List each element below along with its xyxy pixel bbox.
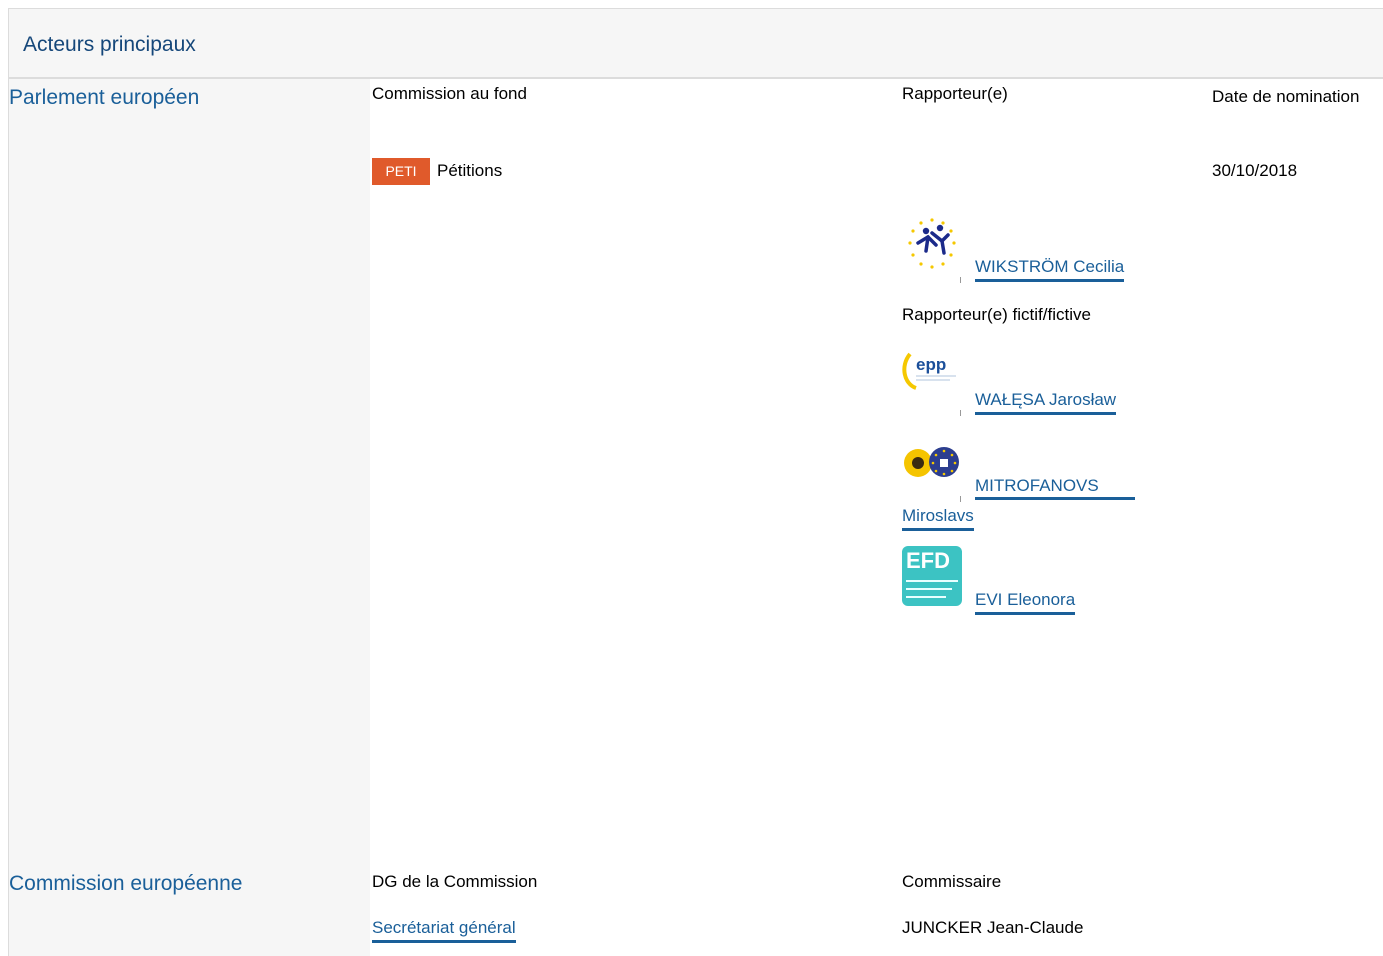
appointment-date: 30/10/2018 (1212, 161, 1298, 180)
commissioner-column-header: Commissaire (902, 872, 1002, 891)
shadow-rapporteur-link[interactable]: MITROFANOVS (975, 474, 1099, 498)
commissioner-name: JUNCKER Jean-Claude (902, 918, 1084, 937)
shadow-rapporteur-link[interactable]: Miroslavs (902, 504, 974, 531)
rapporteur-link[interactable]: WIKSTRÖM Cecilia (975, 255, 1125, 282)
committee-name: Pétitions (437, 161, 503, 180)
shadow-rapporteur-link[interactable]: WAŁĘSA Jarosław (975, 388, 1117, 415)
greens-efa-logo-icon (904, 447, 959, 477)
panel-header: Acteurs principaux (9, 9, 1383, 79)
committee-column-header: Commission au fond (372, 84, 527, 103)
institution-column: Parlement européen Commission européenne (9, 79, 370, 956)
link-underline (975, 497, 1135, 500)
parliament-label: Parlement européen (9, 86, 200, 109)
logo-divider (960, 496, 961, 502)
committee-badge: PETI (372, 158, 430, 185)
logo-divider (960, 410, 961, 416)
efdd-logo-icon: EFD (902, 546, 962, 606)
shadow-rapporteur-link[interactable]: EVI Eleonora (975, 588, 1076, 615)
date-column-header: Date de nomination (1212, 87, 1360, 106)
epp-logo-icon: epp (902, 352, 956, 390)
panel-title: Acteurs principaux (23, 33, 196, 56)
shadow-rapporteur-label: Rapporteur(e) fictif/fictive (902, 305, 1091, 324)
logo-divider (960, 277, 961, 283)
svg-text:epp: epp (916, 355, 946, 374)
dg-link[interactable]: Secrétariat général (372, 916, 516, 943)
dg-column-header: DG de la Commission (372, 872, 538, 891)
alde-logo-icon (908, 218, 956, 269)
commission-label: Commission européenne (9, 872, 243, 895)
rapporteur-column-header: Rapporteur(e) (902, 84, 1008, 103)
